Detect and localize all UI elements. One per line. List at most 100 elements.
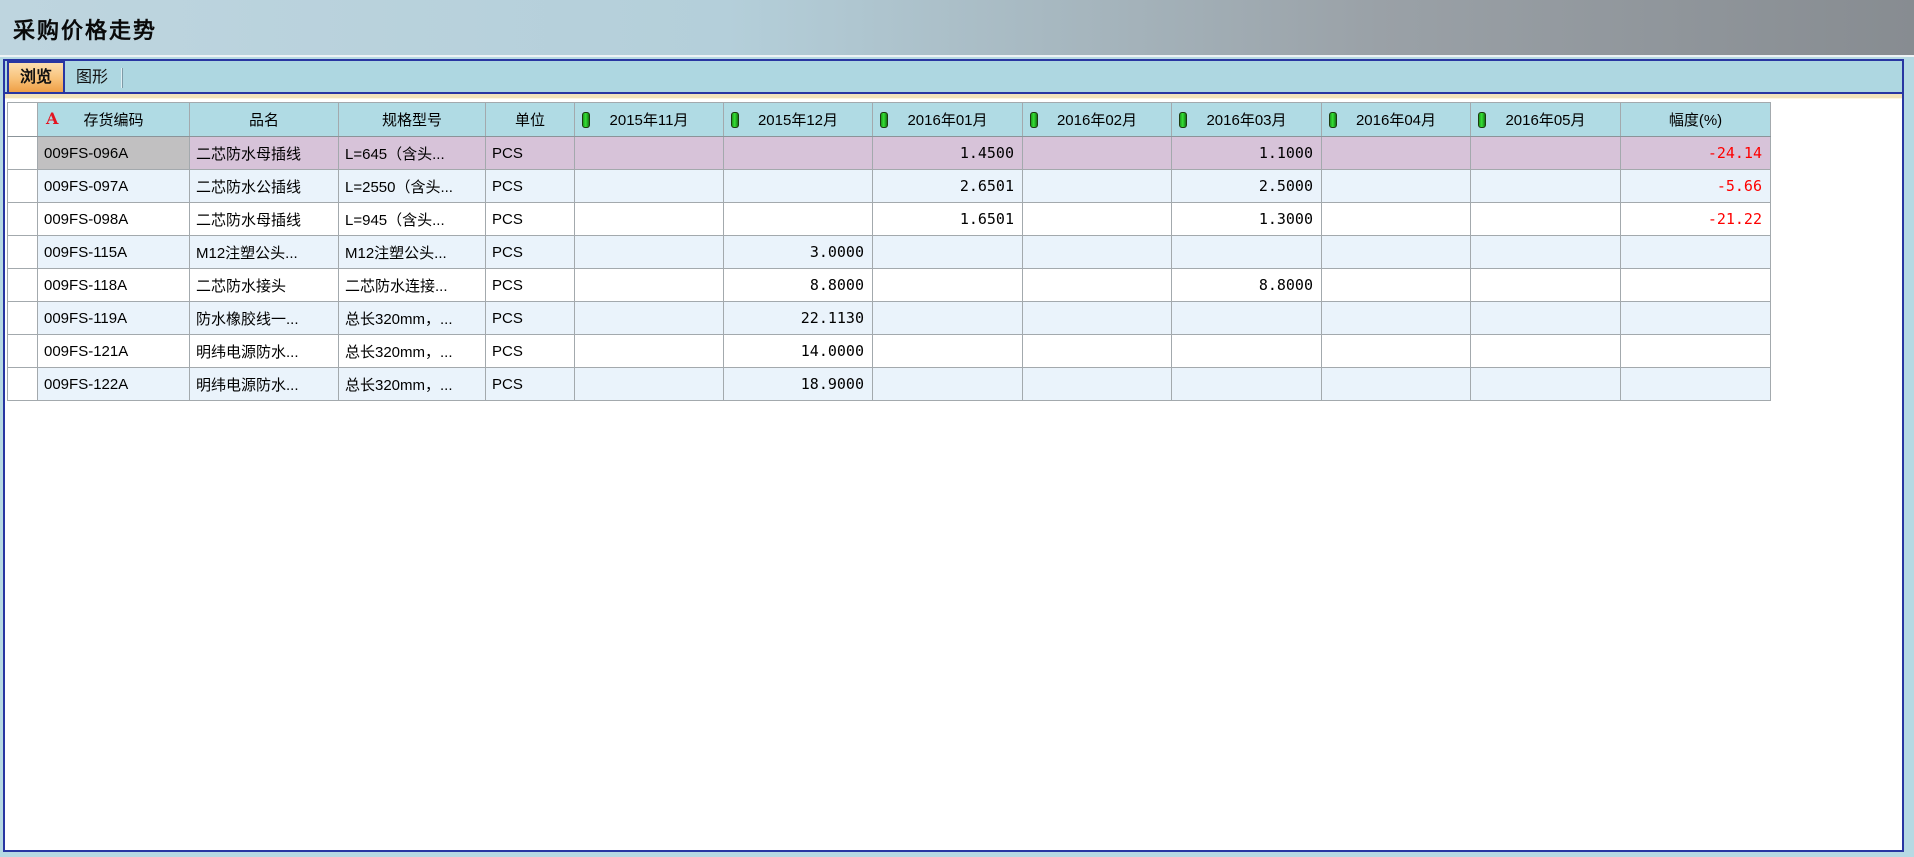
cell-m1[interactable] — [724, 170, 873, 203]
cell-code[interactable]: 009FS-097A — [38, 170, 190, 203]
cell-unit[interactable]: PCS — [486, 368, 575, 401]
cell-m6[interactable] — [1471, 302, 1621, 335]
cell-code[interactable]: 009FS-115A — [38, 236, 190, 269]
cell-range[interactable] — [1621, 368, 1771, 401]
cell-m6[interactable] — [1471, 368, 1621, 401]
cell-m1[interactable] — [724, 203, 873, 236]
cell-name[interactable]: 明纬电源防水... — [190, 368, 339, 401]
cell-m5[interactable] — [1322, 302, 1471, 335]
cell-m5[interactable] — [1322, 203, 1471, 236]
cell-m3[interactable] — [1023, 236, 1172, 269]
cell-m1[interactable]: 22.1130 — [724, 302, 873, 335]
cell-unit[interactable]: PCS — [486, 203, 575, 236]
cell-m5[interactable] — [1322, 335, 1471, 368]
column-header-m6[interactable]: 2016年05月 — [1471, 103, 1621, 137]
cell-m5[interactable] — [1322, 236, 1471, 269]
table-row[interactable]: 009FS-122A明纬电源防水...总长320mm，...PCS 18.9000 — [8, 368, 1771, 401]
column-header-m2[interactable]: 2016年01月 — [873, 103, 1023, 137]
cell-spec[interactable]: L=2550（含头... — [339, 170, 486, 203]
table-row[interactable]: 009FS-121A明纬电源防水...总长320mm，...PCS14.0000 — [8, 335, 1771, 368]
cell-m2[interactable] — [873, 302, 1023, 335]
cell-code[interactable]: 009FS-122A — [38, 368, 190, 401]
cell-unit[interactable]: PCS — [486, 335, 575, 368]
cell-m3[interactable] — [1023, 170, 1172, 203]
cell-m0[interactable] — [575, 335, 724, 368]
cell-m2[interactable]: 1.6501 — [873, 203, 1023, 236]
cell-range[interactable] — [1621, 335, 1771, 368]
column-header-m5[interactable]: 2016年04月 — [1322, 103, 1471, 137]
cell-range[interactable]: -5.66 — [1621, 170, 1771, 203]
cell-m6[interactable] — [1471, 236, 1621, 269]
row-indicator[interactable] — [8, 368, 38, 401]
column-header-name[interactable]: 品名 — [190, 103, 339, 137]
cell-name[interactable]: 二芯防水母插线 — [190, 137, 339, 170]
cell-m2[interactable]: 1.4500 — [873, 137, 1023, 170]
cell-m0[interactable] — [575, 170, 724, 203]
cell-m0[interactable] — [575, 203, 724, 236]
row-indicator[interactable] — [8, 335, 38, 368]
cell-unit[interactable]: PCS — [486, 137, 575, 170]
row-indicator[interactable] — [8, 137, 38, 170]
cell-m3[interactable] — [1023, 269, 1172, 302]
cell-name[interactable]: M12注塑公头... — [190, 236, 339, 269]
table-row[interactable]: 009FS-096A二芯防水母插线L=645（含头...PCS1.45001.1… — [8, 137, 1771, 170]
cell-m4[interactable]: 8.8000 — [1172, 269, 1322, 302]
tab-graph[interactable]: 图形 — [65, 65, 119, 92]
row-indicator[interactable] — [8, 170, 38, 203]
cell-m1[interactable]: 3.0000 — [724, 236, 873, 269]
row-indicator[interactable] — [8, 236, 38, 269]
cell-m2[interactable]: 2.6501 — [873, 170, 1023, 203]
table-row[interactable]: 009FS-098A二芯防水母插线L=945（含头...PCS1.65011.3… — [8, 203, 1771, 236]
cell-code[interactable]: 009FS-121A — [38, 335, 190, 368]
cell-unit[interactable]: PCS — [486, 170, 575, 203]
cell-spec[interactable]: 总长320mm，... — [339, 335, 486, 368]
row-indicator[interactable] — [8, 203, 38, 236]
cell-spec[interactable]: 总长320mm，... — [339, 368, 486, 401]
table-row[interactable]: 009FS-097A二芯防水公插线L=2550（含头...PCS2.65012.… — [8, 170, 1771, 203]
column-header-m4[interactable]: 2016年03月 — [1172, 103, 1322, 137]
tab-browse[interactable]: 浏览 — [7, 61, 65, 92]
cell-name[interactable]: 明纬电源防水... — [190, 335, 339, 368]
cell-m2[interactable] — [873, 368, 1023, 401]
cell-range[interactable]: -21.22 — [1621, 203, 1771, 236]
column-header-unit[interactable]: 单位 — [486, 103, 575, 137]
cell-code[interactable]: 009FS-098A — [38, 203, 190, 236]
cell-code[interactable]: 009FS-119A — [38, 302, 190, 335]
cell-m0[interactable] — [575, 302, 724, 335]
cell-code[interactable]: 009FS-118A — [38, 269, 190, 302]
cell-unit[interactable]: PCS — [486, 236, 575, 269]
cell-m3[interactable] — [1023, 335, 1172, 368]
cell-m4[interactable] — [1172, 236, 1322, 269]
cell-unit[interactable]: PCS — [486, 269, 575, 302]
column-header-spec[interactable]: 规格型号 — [339, 103, 486, 137]
table-row[interactable]: 009FS-119A防水橡胶线一...总长320mm，...PCS22.1130 — [8, 302, 1771, 335]
cell-m1[interactable] — [724, 137, 873, 170]
cell-m0[interactable] — [575, 137, 724, 170]
cell-m6[interactable] — [1471, 170, 1621, 203]
table-row[interactable]: 009FS-118A二芯防水接头二芯防水连接...PCS8.80008.8000 — [8, 269, 1771, 302]
cell-name[interactable]: 二芯防水母插线 — [190, 203, 339, 236]
cell-m6[interactable] — [1471, 137, 1621, 170]
cell-name[interactable]: 防水橡胶线一... — [190, 302, 339, 335]
cell-m2[interactable] — [873, 236, 1023, 269]
cell-m5[interactable] — [1322, 170, 1471, 203]
cell-name[interactable]: 二芯防水接头 — [190, 269, 339, 302]
cell-m3[interactable] — [1023, 302, 1172, 335]
cell-m6[interactable] — [1471, 203, 1621, 236]
table-row[interactable]: 009FS-115AM12注塑公头...M12注塑公头...PCS3.0000 — [8, 236, 1771, 269]
cell-spec[interactable]: L=645（含头... — [339, 137, 486, 170]
cell-m6[interactable] — [1471, 335, 1621, 368]
cell-m4[interactable] — [1172, 302, 1322, 335]
cell-m1[interactable]: 18.9000 — [724, 368, 873, 401]
column-header-m0[interactable]: 2015年11月 — [575, 103, 724, 137]
cell-m2[interactable] — [873, 335, 1023, 368]
cell-m4[interactable]: 2.5000 — [1172, 170, 1322, 203]
cell-m4[interactable]: 1.1000 — [1172, 137, 1322, 170]
cell-m3[interactable] — [1023, 203, 1172, 236]
column-header-m3[interactable]: 2016年02月 — [1023, 103, 1172, 137]
cell-m3[interactable] — [1023, 137, 1172, 170]
column-header-code[interactable]: A存货编码 — [38, 103, 190, 137]
cell-m6[interactable] — [1471, 269, 1621, 302]
cell-m3[interactable] — [1023, 368, 1172, 401]
cell-m4[interactable]: 1.3000 — [1172, 203, 1322, 236]
